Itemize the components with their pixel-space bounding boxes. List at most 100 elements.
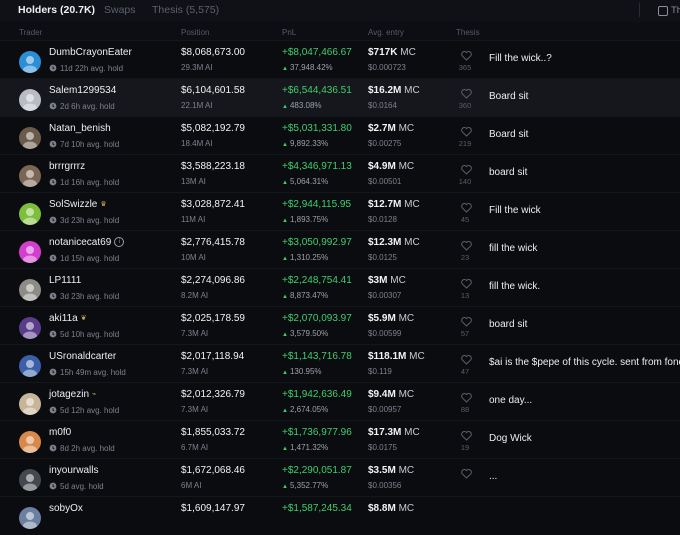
filter-checkbox-label[interactable]: Th: [671, 5, 680, 16]
trader-name[interactable]: sobyOx: [49, 503, 83, 514]
thesis-text[interactable]: board sit: [489, 167, 527, 178]
table-row[interactable]: USronaldcarter 15h 49m avg. hold $2,017,11…: [0, 344, 680, 383]
tab-holders[interactable]: Holders (20.7K): [18, 4, 95, 16]
avatar[interactable]: [19, 279, 41, 301]
thesis-text[interactable]: Fill the wick: [489, 205, 541, 216]
position-value: $6,104,601.58: [181, 85, 245, 96]
avatar[interactable]: [19, 165, 41, 187]
column-header-thesis[interactable]: Thesis: [456, 28, 480, 37]
avatar[interactable]: [19, 355, 41, 377]
thesis-text[interactable]: fill the wick.: [489, 281, 540, 292]
column-header-trader[interactable]: Trader: [19, 28, 42, 37]
trader-name-text[interactable]: DumbCrayonEater: [49, 47, 132, 58]
heart-icon[interactable]: [461, 466, 472, 484]
avg-hold-text: 8d 2h avg. hold: [60, 444, 115, 453]
thesis-text[interactable]: board sit: [489, 319, 527, 330]
thesis-text[interactable]: one day...: [489, 395, 532, 406]
tab-thesis[interactable]: Thesis (5,575): [152, 4, 219, 16]
user-avatar-icon: [19, 165, 41, 187]
trader-name[interactable]: brrrgrrrz: [49, 161, 85, 172]
clock-icon: [49, 292, 57, 300]
avg-hold-text: 3d 23h avg. hold: [60, 216, 120, 225]
thesis-text[interactable]: Dog Wick: [489, 433, 532, 444]
avg-hold-text: 1d 15h avg. hold: [60, 254, 120, 263]
pnl-percent-text: 5,064.31%: [289, 177, 329, 186]
trader-name[interactable]: USronaldcarter: [49, 351, 116, 362]
up-triangle-icon: ▲: [282, 332, 288, 338]
table-row[interactable]: Salem1299534 2d 6h avg. hold $6,104,601.58…: [0, 78, 680, 117]
trader-name[interactable]: jotagezin ⌁: [49, 389, 96, 400]
trader-name-text[interactable]: jotagezin: [49, 389, 89, 400]
trader-name[interactable]: DumbCrayonEater: [49, 47, 132, 58]
trader-name[interactable]: SolSwizzle ♛: [49, 199, 107, 210]
table-row[interactable]: aki11a ❦ 5d 10h avg. hold $2,025,178.59 7.3M…: [0, 306, 680, 345]
table-row[interactable]: jotagezin ⌁ 5d 12h avg. hold $2,012,326.79 7…: [0, 382, 680, 421]
thesis-text[interactable]: Board sit: [489, 129, 528, 140]
column-header-pnl[interactable]: PnL: [282, 28, 296, 37]
thesis-text[interactable]: ...: [489, 471, 497, 482]
avatar[interactable]: [19, 469, 41, 491]
avatar[interactable]: [19, 431, 41, 453]
trader-name[interactable]: notanicecat69 i: [49, 237, 125, 248]
table-row[interactable]: LP1111 3d 23h avg. hold $2,274,096.86 8.2M …: [0, 268, 680, 307]
avatar[interactable]: [19, 127, 41, 149]
table-row[interactable]: Natan_benish 7d 10h avg. hold $5,082,192.7…: [0, 116, 680, 155]
avatar[interactable]: [19, 89, 41, 111]
position-amount: 10M AI: [181, 253, 206, 262]
trader-name-text[interactable]: m0f0: [49, 427, 71, 438]
pnl-percent-text: 1,471.32%: [289, 443, 329, 452]
avatar[interactable]: [19, 203, 41, 225]
table-row[interactable]: sobyOx $1,609,147.97 +$1,587,245.34 $8.8M M…: [0, 496, 680, 535]
trader-name-text[interactable]: inyourwalls: [49, 465, 98, 476]
avatar[interactable]: [19, 507, 41, 529]
trader-name[interactable]: aki11a ❦: [49, 313, 87, 324]
entry-market-cap-unit: MC: [398, 313, 415, 324]
column-header-position[interactable]: Position: [181, 28, 209, 37]
pnl-value: +$3,050,992.97: [282, 237, 352, 248]
filter-checkbox[interactable]: [658, 6, 668, 16]
entry-market-cap-value: $17.3M: [368, 427, 402, 438]
pnl-percent-text: 130.95%: [289, 367, 322, 376]
table-row[interactable]: notanicecat69 i 1d 15h avg. hold $2,776,415…: [0, 230, 680, 269]
avatar[interactable]: [19, 317, 41, 339]
trader-name-text[interactable]: USronaldcarter: [49, 351, 116, 362]
trader-name-text[interactable]: LP1111: [49, 275, 81, 286]
trader-name-text[interactable]: Salem1299534: [49, 85, 116, 96]
trader-name[interactable]: inyourwalls: [49, 465, 98, 476]
position-value: $3,028,872.41: [181, 199, 245, 210]
avatar[interactable]: [19, 51, 41, 73]
avatar[interactable]: [19, 241, 41, 263]
trader-name-text[interactable]: notanicecat69: [49, 237, 111, 248]
trader-name-text[interactable]: sobyOx: [49, 503, 83, 514]
thesis-text[interactable]: fill the wick: [489, 243, 537, 254]
trader-name-text[interactable]: aki11a: [49, 313, 78, 324]
pnl-percent-text: 37,948.42%: [289, 63, 333, 72]
table-row[interactable]: m0f0 8d 2h avg. hold $1,855,033.72 6.7M AI +…: [0, 420, 680, 459]
table-row[interactable]: inyourwalls 5d avg. hold $1,672,068.46 6M A…: [0, 458, 680, 497]
avatar[interactable]: [19, 393, 41, 415]
tab-swaps[interactable]: Swaps: [104, 4, 136, 16]
user-avatar-icon: [19, 507, 41, 529]
table-header: Trader Position PnL Avg. entry Thesis: [0, 22, 680, 40]
trader-name-text[interactable]: SolSwizzle: [49, 199, 97, 210]
trader-name-text[interactable]: brrrgrrrz: [49, 161, 85, 172]
pnl-percent: ▲ 37,948.42%: [282, 63, 333, 72]
pnl-percent-text: 1,893.75%: [289, 215, 329, 224]
trader-name[interactable]: Natan_benish: [49, 123, 111, 134]
table-row[interactable]: brrrgrrrz 1d 16h avg. hold $3,588,223.18 13…: [0, 154, 680, 193]
table-row[interactable]: SolSwizzle ♛ 3d 23h avg. hold $3,028,872.41…: [0, 192, 680, 231]
pnl-value: +$1,736,977.96: [282, 427, 352, 438]
table-row[interactable]: DumbCrayonEater 11d 22h avg. hold $8,068,6…: [0, 40, 680, 79]
entry-market-cap-unit: MC: [398, 389, 415, 400]
position-value: $8,068,673.00: [181, 47, 245, 58]
thesis-text[interactable]: Fill the wick..?: [489, 53, 552, 64]
thesis-text[interactable]: $ai is the $pepe of this cycle. sent fro…: [489, 357, 680, 368]
trader-name[interactable]: LP1111: [49, 275, 81, 286]
trader-name[interactable]: m0f0: [49, 427, 71, 438]
trader-name-text[interactable]: Natan_benish: [49, 123, 111, 134]
avg-hold-text: 5d 12h avg. hold: [60, 406, 120, 415]
thesis-text[interactable]: Board sit: [489, 91, 528, 102]
trader-name[interactable]: Salem1299534: [49, 85, 116, 96]
entry-market-cap-value: $5.9M: [368, 313, 396, 324]
column-header-avg-entry[interactable]: Avg. entry: [368, 28, 404, 37]
